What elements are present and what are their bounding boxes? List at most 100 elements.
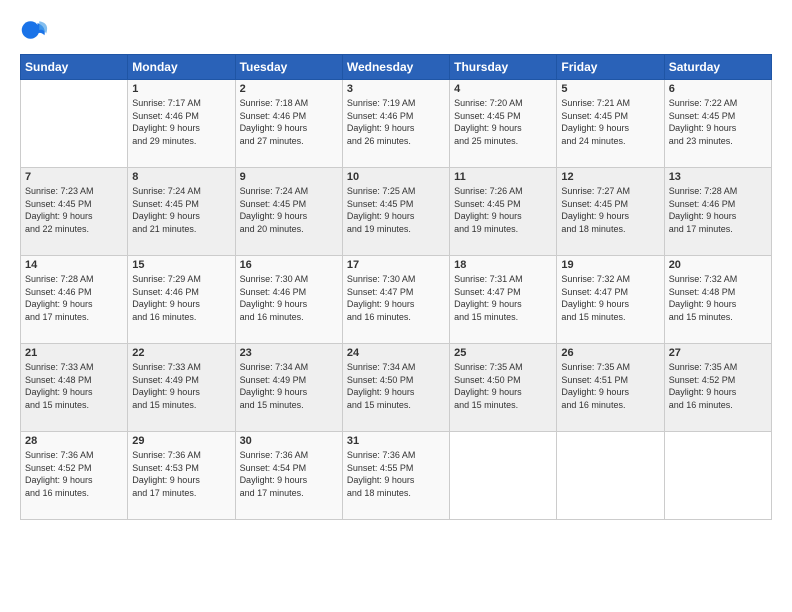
logo-icon — [20, 16, 48, 44]
day-number: 20 — [669, 259, 767, 271]
day-cell: 2Sunrise: 7:18 AM Sunset: 4:46 PM Daylig… — [235, 80, 342, 168]
day-number: 22 — [132, 347, 230, 359]
col-header-thursday: Thursday — [450, 55, 557, 80]
day-info: Sunrise: 7:24 AM Sunset: 4:45 PM Dayligh… — [132, 185, 230, 235]
col-header-tuesday: Tuesday — [235, 55, 342, 80]
day-info: Sunrise: 7:28 AM Sunset: 4:46 PM Dayligh… — [669, 185, 767, 235]
day-info: Sunrise: 7:32 AM Sunset: 4:48 PM Dayligh… — [669, 273, 767, 323]
day-number: 26 — [561, 347, 659, 359]
col-header-wednesday: Wednesday — [342, 55, 449, 80]
week-row-3: 14 Sunrise: 7:28 AM Sunset: 4:46 PM Dayli… — [21, 256, 772, 344]
day-number: 21 — [25, 347, 123, 359]
week-row-2: 7 Sunrise: 7:23 AM Sunset: 4:45 PM Daylig… — [21, 168, 772, 256]
day-info: Sunrise: 7:30 AM Sunset: 4:47 PM Dayligh… — [347, 273, 445, 323]
day-cell: 5Sunrise: 7:21 AM Sunset: 4:45 PM Daylig… — [557, 80, 664, 168]
day-number: 13 — [669, 171, 767, 183]
day-cell: 21 Sunrise: 7:33 AM Sunset: 4:48 PM Dayli… — [21, 344, 128, 432]
day-info: Sunrise: 7:35 AM Sunset: 4:52 PM Dayligh… — [669, 361, 767, 411]
day-info: Sunrise: 7:20 AM Sunset: 4:45 PM Dayligh… — [454, 97, 552, 147]
day-number: 28 — [25, 435, 123, 447]
day-number: 10 — [347, 171, 445, 183]
day-cell: 26 Sunrise: 7:35 AM Sunset: 4:51 PM Dayli… — [557, 344, 664, 432]
day-cell: 7 Sunrise: 7:23 AM Sunset: 4:45 PM Daylig… — [21, 168, 128, 256]
day-info: Sunrise: 7:34 AM Sunset: 4:50 PM Dayligh… — [347, 361, 445, 411]
day-cell: 29Sunrise: 7:36 AM Sunset: 4:53 PM Dayli… — [128, 432, 235, 520]
day-number: 23 — [240, 347, 338, 359]
day-number: 11 — [454, 171, 552, 183]
col-header-monday: Monday — [128, 55, 235, 80]
day-cell — [450, 432, 557, 520]
week-row-5: 28 Sunrise: 7:36 AM Sunset: 4:52 PM Dayli… — [21, 432, 772, 520]
day-cell: 27 Sunrise: 7:35 AM Sunset: 4:52 PM Dayli… — [664, 344, 771, 432]
day-cell: 3 Sunrise: 7:19 AM Sunset: 4:46 PM Daylig… — [342, 80, 449, 168]
logo — [20, 16, 52, 44]
day-cell: 10Sunrise: 7:25 AM Sunset: 4:45 PM Dayli… — [342, 168, 449, 256]
day-info: Sunrise: 7:28 AM Sunset: 4:46 PM Dayligh… — [25, 273, 123, 323]
day-cell: 19 Sunrise: 7:32 AM Sunset: 4:47 PM Dayli… — [557, 256, 664, 344]
day-info: Sunrise: 7:35 AM Sunset: 4:51 PM Dayligh… — [561, 361, 659, 411]
calendar-table: SundayMondayTuesdayWednesdayThursdayFrid… — [20, 54, 772, 520]
day-cell: 15 Sunrise: 7:29 AM Sunset: 4:46 PM Dayli… — [128, 256, 235, 344]
day-cell: 12Sunrise: 7:27 AM Sunset: 4:45 PM Dayli… — [557, 168, 664, 256]
day-cell: 9 Sunrise: 7:24 AM Sunset: 4:45 PM Daylig… — [235, 168, 342, 256]
day-number: 27 — [669, 347, 767, 359]
day-info: Sunrise: 7:30 AM Sunset: 4:46 PM Dayligh… — [240, 273, 338, 323]
day-number: 9 — [240, 171, 338, 183]
day-number: 17 — [347, 259, 445, 271]
day-number: 4 — [454, 83, 552, 95]
day-info: Sunrise: 7:23 AM Sunset: 4:45 PM Dayligh… — [25, 185, 123, 235]
day-number: 15 — [132, 259, 230, 271]
day-cell — [21, 80, 128, 168]
day-number: 7 — [25, 171, 123, 183]
col-header-sunday: Sunday — [21, 55, 128, 80]
week-row-1: 1 Sunrise: 7:17 AM Sunset: 4:46 PM Daylig… — [21, 80, 772, 168]
day-info: Sunrise: 7:36 AM Sunset: 4:55 PM Dayligh… — [347, 449, 445, 499]
day-number: 6 — [669, 83, 767, 95]
day-cell: 4 Sunrise: 7:20 AM Sunset: 4:45 PM Daylig… — [450, 80, 557, 168]
day-cell: 18 Sunrise: 7:31 AM Sunset: 4:47 PM Dayli… — [450, 256, 557, 344]
day-number: 12 — [561, 171, 659, 183]
day-info: Sunrise: 7:36 AM Sunset: 4:53 PM Dayligh… — [132, 449, 230, 499]
week-row-4: 21 Sunrise: 7:33 AM Sunset: 4:48 PM Dayli… — [21, 344, 772, 432]
day-info: Sunrise: 7:34 AM Sunset: 4:49 PM Dayligh… — [240, 361, 338, 411]
day-number: 31 — [347, 435, 445, 447]
day-info: Sunrise: 7:36 AM Sunset: 4:54 PM Dayligh… — [240, 449, 338, 499]
day-number: 2 — [240, 83, 338, 95]
day-number: 25 — [454, 347, 552, 359]
day-number: 1 — [132, 83, 230, 95]
day-number: 18 — [454, 259, 552, 271]
day-info: Sunrise: 7:26 AM Sunset: 4:45 PM Dayligh… — [454, 185, 552, 235]
col-header-friday: Friday — [557, 55, 664, 80]
day-info: Sunrise: 7:24 AM Sunset: 4:45 PM Dayligh… — [240, 185, 338, 235]
day-info: Sunrise: 7:32 AM Sunset: 4:47 PM Dayligh… — [561, 273, 659, 323]
day-number: 3 — [347, 83, 445, 95]
day-cell: 11 Sunrise: 7:26 AM Sunset: 4:45 PM Dayli… — [450, 168, 557, 256]
day-number: 16 — [240, 259, 338, 271]
day-number: 30 — [240, 435, 338, 447]
day-info: Sunrise: 7:33 AM Sunset: 4:48 PM Dayligh… — [25, 361, 123, 411]
day-number: 14 — [25, 259, 123, 271]
day-info: Sunrise: 7:31 AM Sunset: 4:47 PM Dayligh… — [454, 273, 552, 323]
day-cell: 25 Sunrise: 7:35 AM Sunset: 4:50 PM Dayli… — [450, 344, 557, 432]
day-cell: 30 Sunrise: 7:36 AM Sunset: 4:54 PM Dayli… — [235, 432, 342, 520]
day-cell: 20 Sunrise: 7:32 AM Sunset: 4:48 PM Dayli… — [664, 256, 771, 344]
page: SundayMondayTuesdayWednesdayThursdayFrid… — [0, 0, 792, 612]
day-cell: 24 Sunrise: 7:34 AM Sunset: 4:50 PM Dayli… — [342, 344, 449, 432]
header-row: SundayMondayTuesdayWednesdayThursdayFrid… — [21, 55, 772, 80]
day-number: 19 — [561, 259, 659, 271]
day-cell: 23 Sunrise: 7:34 AM Sunset: 4:49 PM Dayli… — [235, 344, 342, 432]
day-info: Sunrise: 7:22 AM Sunset: 4:45 PM Dayligh… — [669, 97, 767, 147]
col-header-saturday: Saturday — [664, 55, 771, 80]
day-cell: 17 Sunrise: 7:30 AM Sunset: 4:47 PM Dayli… — [342, 256, 449, 344]
day-info: Sunrise: 7:17 AM Sunset: 4:46 PM Dayligh… — [132, 97, 230, 147]
day-cell: 22 Sunrise: 7:33 AM Sunset: 4:49 PM Dayli… — [128, 344, 235, 432]
day-number: 24 — [347, 347, 445, 359]
day-info: Sunrise: 7:21 AM Sunset: 4:45 PM Dayligh… — [561, 97, 659, 147]
day-info: Sunrise: 7:29 AM Sunset: 4:46 PM Dayligh… — [132, 273, 230, 323]
day-number: 8 — [132, 171, 230, 183]
day-info: Sunrise: 7:33 AM Sunset: 4:49 PM Dayligh… — [132, 361, 230, 411]
day-info: Sunrise: 7:36 AM Sunset: 4:52 PM Dayligh… — [25, 449, 123, 499]
day-info: Sunrise: 7:35 AM Sunset: 4:50 PM Dayligh… — [454, 361, 552, 411]
day-info: Sunrise: 7:19 AM Sunset: 4:46 PM Dayligh… — [347, 97, 445, 147]
day-cell: 31 Sunrise: 7:36 AM Sunset: 4:55 PM Dayli… — [342, 432, 449, 520]
